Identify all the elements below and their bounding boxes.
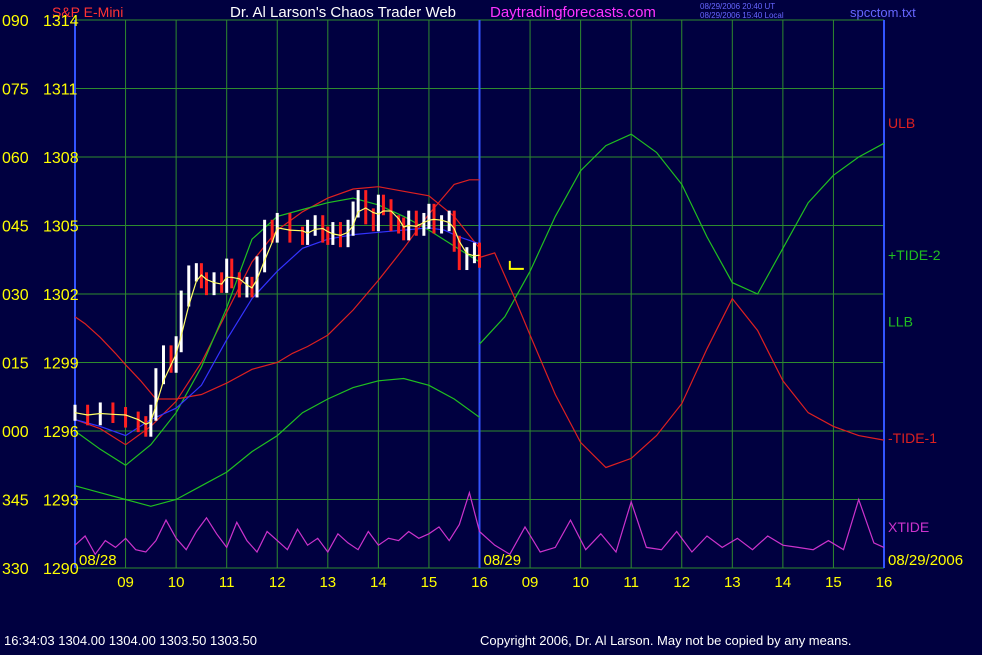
price-tick-label: 1302 (43, 287, 79, 304)
price-tick-label: 1311 (43, 82, 78, 99)
degree-label: 060 (2, 150, 29, 167)
legend-label: XTIDE (888, 519, 929, 535)
data-file: spcctom.txt (850, 5, 916, 20)
degree-label: 000 (2, 424, 29, 441)
right-date-label: 08/29/2006 (888, 552, 963, 569)
degree-label: 090 (2, 13, 29, 30)
hour-tick-label: 09 (522, 574, 539, 591)
timestamp-local: 08/29/2006 15:40 Local (700, 11, 784, 20)
price-tick-label: 1305 (43, 219, 79, 236)
hour-tick-label: 11 (219, 574, 235, 591)
site-url[interactable]: Daytradingforecasts.com (490, 4, 656, 21)
hour-tick-label: 10 (572, 574, 589, 591)
legend-label: +TIDE-2 (888, 247, 941, 263)
price-tick-label: 1299 (43, 356, 79, 373)
date-label: 08/29 (484, 552, 522, 569)
price-tick-label: 1296 (43, 424, 79, 441)
chart: S&P E-Mini Dr. Al Larson's Chaos Trader … (0, 0, 982, 650)
legend-label: -TIDE-1 (888, 430, 937, 446)
hour-tick-label: 13 (319, 574, 336, 591)
legend-label: LLB (888, 313, 913, 329)
degree-label: 330 (2, 561, 29, 578)
hour-tick-label: 14 (775, 574, 792, 591)
hour-tick-label: 12 (269, 574, 286, 591)
hour-tick-label: 12 (673, 574, 690, 591)
degree-label: 075 (2, 82, 29, 99)
quote-readout: 16:34:03 1304.00 1304.00 1303.50 1303.50 (4, 633, 257, 648)
legend-label: ULB (888, 115, 915, 131)
hour-tick-label: 15 (825, 574, 842, 591)
hour-tick-label: 11 (623, 574, 639, 591)
price-tick-label: 1293 (43, 493, 79, 510)
price-tick-label: 1314 (43, 13, 79, 30)
degree-label: 015 (2, 356, 29, 373)
chart-svg: S&P E-Mini Dr. Al Larson's Chaos Trader … (0, 0, 982, 650)
hour-tick-label: 13 (724, 574, 741, 591)
degree-label: 345 (2, 493, 29, 510)
price-tick-label: 1308 (43, 150, 79, 167)
hour-tick-label: 10 (168, 574, 185, 591)
hour-tick-label: 09 (117, 574, 134, 591)
degree-label: 030 (2, 287, 29, 304)
hour-tick-label: 16 (876, 574, 893, 591)
hour-tick-label: 16 (471, 574, 488, 591)
hour-tick-label: 15 (421, 574, 438, 591)
degree-label: 045 (2, 219, 29, 236)
timestamp-ut: 08/29/2006 20:40 UT (700, 2, 775, 11)
chart-title: Dr. Al Larson's Chaos Trader Web (230, 4, 456, 21)
hour-tick-label: 14 (370, 574, 387, 591)
copyright: Copyright 2006, Dr. Al Larson. May not b… (480, 633, 851, 648)
price-tick-label: 1290 (43, 561, 79, 578)
date-label: 08/28 (79, 552, 117, 569)
